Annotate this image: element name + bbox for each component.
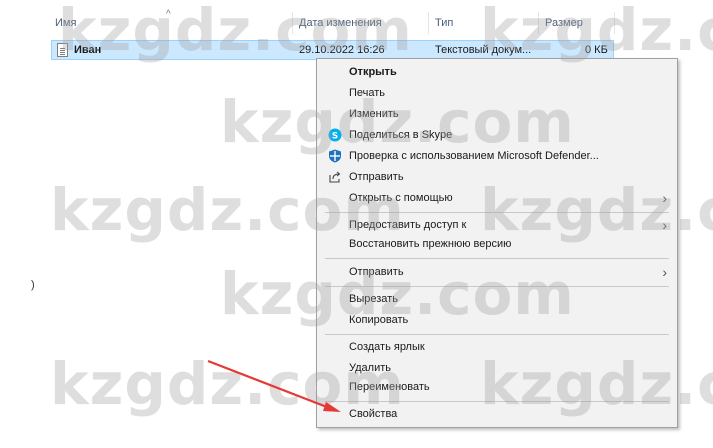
- chevron-right-icon: ›: [662, 264, 667, 280]
- context-menu: Открыть Печать Изменить S Поделиться в S…: [316, 58, 678, 428]
- file-size: 0 КБ: [585, 44, 608, 56]
- menu-item-label: Проверка с использованием Microsoft Defe…: [349, 150, 599, 162]
- menu-item-label: Открыть с помощью: [349, 192, 453, 204]
- menu-item-delete[interactable]: Удалить: [317, 358, 677, 378]
- menu-item-create-shortcut[interactable]: Создать ярлык: [317, 337, 677, 357]
- file-type: Текстовый докум...: [435, 44, 532, 56]
- defender-shield-icon: [329, 149, 341, 163]
- column-divider[interactable]: [292, 12, 293, 34]
- chevron-right-icon: ›: [662, 217, 667, 233]
- menu-item-label: Свойства: [349, 408, 398, 420]
- menu-item-copy[interactable]: Копировать: [317, 310, 677, 330]
- menu-item-label: Создать ярлык: [349, 341, 425, 353]
- menu-item-send-to[interactable]: Отправить ›: [317, 262, 677, 282]
- menu-item-restore-previous[interactable]: Восстановить прежнюю версию: [317, 234, 677, 254]
- menu-item-label: Изменить: [349, 108, 399, 120]
- file-row-selected[interactable]: Иван 29.10.2022 16:26 Текстовый докум...…: [51, 40, 614, 60]
- column-header-date[interactable]: Дата изменения: [299, 12, 382, 34]
- column-header-name[interactable]: Имя: [55, 12, 76, 34]
- text-file-icon: [57, 43, 68, 57]
- column-header-size[interactable]: Размер: [545, 12, 583, 34]
- menu-item-label: Печать: [349, 87, 386, 99]
- menu-item-grant-access[interactable]: Предоставить доступ к ›: [317, 215, 677, 235]
- svg-text:S: S: [332, 132, 338, 142]
- menu-item-label: Вырезать: [349, 293, 398, 305]
- menu-item-label: Предоставить доступ к: [349, 219, 467, 231]
- menu-item-defender-scan[interactable]: Проверка с использованием Microsoft Defe…: [317, 146, 677, 166]
- column-divider[interactable]: [538, 12, 539, 34]
- skype-icon: S: [328, 128, 342, 142]
- menu-item-label: Копировать: [349, 314, 409, 326]
- menu-item-label: Открыть: [349, 66, 397, 78]
- stray-text: ): [31, 279, 35, 291]
- menu-item-share-skype[interactable]: S Поделиться в Skype: [317, 125, 677, 145]
- menu-separator: [325, 401, 669, 402]
- menu-separator: [325, 286, 669, 287]
- menu-item-label: Отправить: [349, 266, 404, 278]
- chevron-right-icon: ›: [662, 190, 667, 206]
- menu-item-label: Восстановить прежнюю версию: [349, 238, 512, 250]
- menu-separator: [325, 258, 669, 259]
- menu-separator: [325, 334, 669, 335]
- menu-item-send[interactable]: Отправить: [317, 167, 677, 187]
- share-icon: [329, 171, 341, 183]
- column-divider[interactable]: [614, 12, 615, 34]
- menu-item-label: Удалить: [349, 362, 391, 374]
- file-name: Иван: [74, 44, 102, 56]
- menu-item-open[interactable]: Открыть: [317, 62, 677, 82]
- column-divider[interactable]: [428, 12, 429, 34]
- menu-item-properties[interactable]: Свойства: [317, 404, 677, 424]
- menu-item-print[interactable]: Печать: [317, 83, 677, 103]
- sort-ascending-icon: ^: [166, 9, 171, 20]
- menu-item-open-with[interactable]: Открыть с помощью ›: [317, 188, 677, 208]
- menu-item-edit[interactable]: Изменить: [317, 104, 677, 124]
- column-header-type[interactable]: Тип: [435, 12, 453, 34]
- menu-item-label: Отправить: [349, 171, 404, 183]
- menu-item-cut[interactable]: Вырезать: [317, 289, 677, 309]
- menu-item-rename[interactable]: Переименовать: [317, 377, 677, 397]
- arrow-shaft: [207, 359, 333, 411]
- menu-item-label: Поделиться в Skype: [349, 129, 453, 141]
- menu-separator: [325, 212, 669, 213]
- file-date: 29.10.2022 16:26: [299, 44, 385, 56]
- column-header-bar: ^ Имя Дата изменения Тип Размер: [0, 9, 713, 34]
- menu-item-label: Переименовать: [349, 381, 430, 393]
